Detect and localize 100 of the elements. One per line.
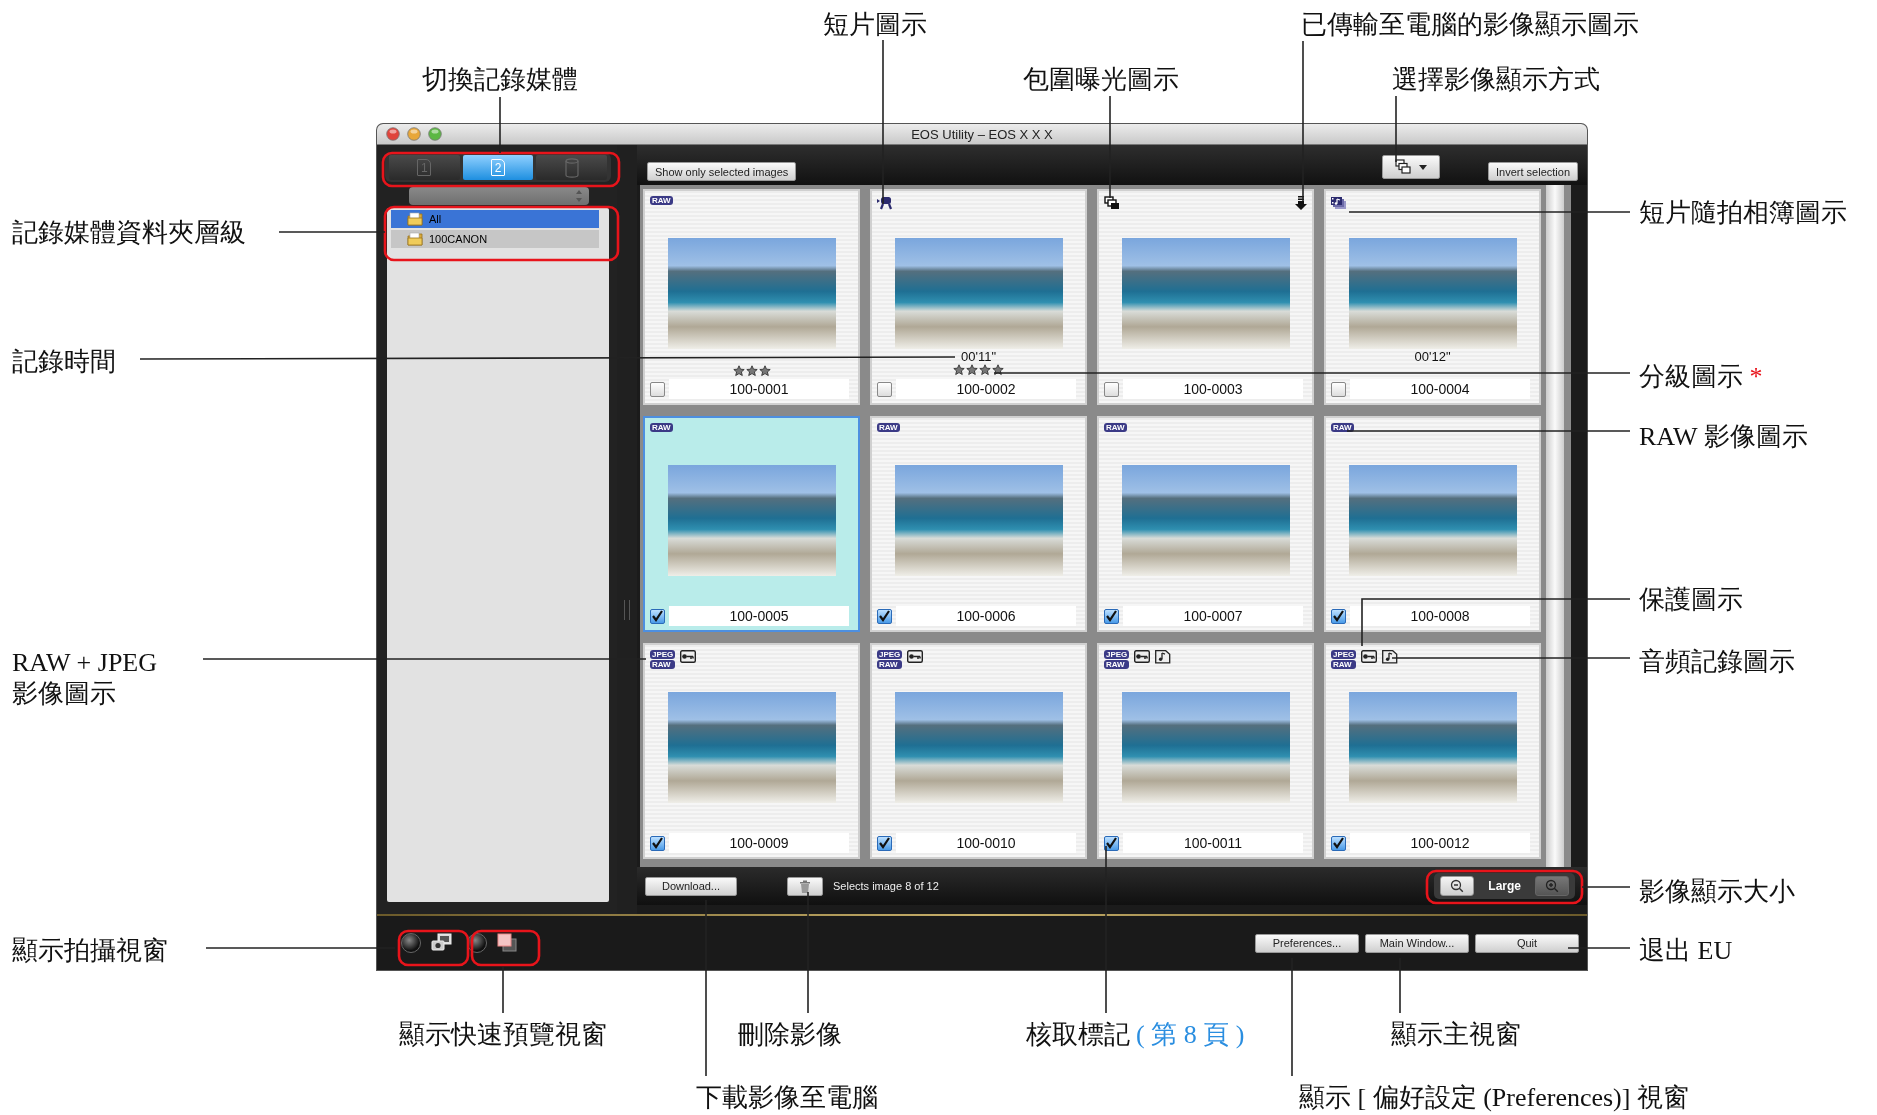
checkbox[interactable]	[1104, 608, 1119, 624]
quit-button[interactable]: Quit	[1475, 933, 1579, 953]
format-badge: RAW	[877, 423, 900, 432]
checkbox[interactable]	[1331, 608, 1346, 624]
key-icon	[1134, 650, 1151, 664]
duration-label: 00'12"	[1414, 348, 1451, 364]
key-icon	[1361, 650, 1378, 664]
zoom-in-button[interactable]	[1535, 876, 1569, 896]
thumbnail-card[interactable]: 100-0003	[1097, 189, 1314, 405]
checkbox[interactable]	[1104, 835, 1119, 851]
music-note-icon	[1382, 650, 1399, 664]
star-icon	[732, 364, 745, 377]
download-button[interactable]: Download...	[645, 876, 737, 896]
checkbox[interactable]	[1331, 381, 1346, 397]
thumbnail-card[interactable]: RAW 100-0007	[1097, 416, 1314, 632]
format-badge: RAW	[1104, 423, 1127, 432]
star-icon	[745, 364, 758, 377]
thumbnail-card[interactable]: RAW 100-0001	[643, 189, 860, 405]
camera-window-icon[interactable]	[431, 933, 453, 953]
zoom-button[interactable]	[428, 127, 442, 141]
thumbnail-card[interactable]: JPEG RAW 100-0012	[1324, 643, 1541, 859]
star-icon	[979, 363, 991, 376]
view-mode-button[interactable]	[1382, 155, 1440, 179]
thumbnail-card[interactable]: 00'11" 100-0002	[870, 189, 1087, 405]
scrollbar[interactable]	[1546, 185, 1564, 867]
trash-icon	[799, 879, 811, 893]
main-window-button[interactable]: Main Window...	[1365, 933, 1469, 953]
thumbnail-card[interactable]: JPEG RAW 100-0009	[643, 643, 860, 859]
callout-label: 影像顯示大小	[1639, 875, 1795, 907]
zoom-out-icon	[1450, 879, 1465, 893]
file-name-label: 100-0012	[1350, 833, 1530, 853]
show-selected-button[interactable]: Show only selected images	[647, 162, 797, 181]
format-badge: RAW	[1331, 660, 1357, 669]
folder-icon	[407, 232, 423, 246]
callout-label: 包圍曝光圖示	[1023, 63, 1179, 95]
thumbnail-card[interactable]: JPEG RAW 100-0011	[1097, 643, 1314, 859]
checkbox[interactable]	[650, 381, 665, 397]
key-icon	[680, 650, 697, 664]
checkbox[interactable]	[650, 608, 665, 624]
checkbox[interactable]	[1331, 835, 1346, 851]
file-name-label: 100-0001	[669, 379, 849, 399]
preferences-button[interactable]: Preferences...	[1255, 933, 1359, 953]
star-icon	[992, 363, 1004, 376]
delete-button[interactable]	[787, 876, 823, 896]
checkbox[interactable]	[877, 608, 892, 624]
status-text: Selects image 8 of 12	[833, 880, 939, 892]
checkbox[interactable]	[1104, 381, 1119, 397]
star-icon	[966, 363, 978, 376]
music-note-icon	[1155, 650, 1172, 664]
zoom-out-button[interactable]	[1440, 876, 1475, 896]
file-name-label: 100-0004	[1350, 379, 1530, 399]
close-button[interactable]	[386, 127, 400, 141]
minimize-button[interactable]	[407, 127, 421, 141]
callout-label: 短片隨拍相簿圖示	[1639, 196, 1847, 228]
file-name-label: 100-0007	[1123, 606, 1303, 626]
callout-label: 已傳輸至電腦的影像顯示圖示	[1301, 8, 1639, 40]
file-name-label: 100-0005	[669, 606, 849, 626]
file-name-label: 100-0006	[896, 606, 1076, 626]
format-badge: RAW	[650, 196, 673, 205]
thumbnail-card[interactable]: 00'12" 100-0004	[1324, 189, 1541, 405]
checkbox[interactable]	[877, 835, 892, 851]
format-badge: RAW	[650, 423, 673, 432]
callout-label: 核取標記 ( 第 8 頁 )	[1025, 1018, 1245, 1050]
format-badge: JPEG	[1331, 650, 1357, 659]
thumbnail-card[interactable]: RAW 100-0005	[643, 416, 860, 632]
format-badge: JPEG	[877, 650, 903, 659]
thumbnail-card[interactable]: RAW 100-0008	[1324, 416, 1541, 632]
callout-label: 保護圖示	[1639, 583, 1743, 615]
format-badge: JPEG	[1104, 650, 1130, 659]
window-title: EOS Utility – EOS X X X	[911, 126, 1053, 142]
folder-icon	[407, 212, 423, 226]
callout-label: 記錄時間	[12, 345, 116, 377]
callout-label: 記錄媒體資料夾層級	[12, 216, 246, 248]
file-name-label: 100-0003	[1123, 379, 1303, 399]
film-music-icon	[1331, 196, 1347, 210]
drive-icon	[564, 157, 579, 178]
callout-label: 顯示快速預覽視窗	[399, 1018, 607, 1050]
callout-label: 音頻記錄圖示	[1639, 645, 1795, 677]
round-button[interactable]	[401, 933, 421, 953]
folder-item[interactable]: All	[391, 210, 599, 228]
highlight-frame	[470, 929, 541, 967]
thumbnail-card[interactable]: RAW 100-0006	[870, 416, 1087, 632]
callout-label: 顯示拍攝視窗	[12, 934, 168, 966]
window-stack-icon[interactable]	[497, 933, 517, 953]
invert-selection-button[interactable]: Invert selection	[1488, 162, 1578, 181]
format-badge: RAW	[877, 660, 903, 669]
file-name-label: 100-0008	[1350, 606, 1530, 626]
callout-label: 分級圖示 *	[1639, 360, 1763, 392]
checkbox[interactable]	[650, 835, 665, 851]
splitter-handle[interactable]	[624, 599, 630, 620]
format-badge: RAW	[1104, 660, 1130, 669]
stacked-frames-icon	[1104, 196, 1120, 210]
file-name-label: 100-0009	[669, 833, 849, 853]
file-name-label: 100-0010	[896, 833, 1076, 853]
checkbox[interactable]	[877, 381, 892, 397]
folder-item[interactable]: 100CANON	[391, 230, 599, 248]
thumbnail-card[interactable]: JPEG RAW 100-0010	[870, 643, 1087, 859]
movie-camera-icon	[877, 196, 893, 210]
star-icon	[953, 363, 965, 376]
callout-label: 顯示主視窗	[1391, 1018, 1521, 1050]
